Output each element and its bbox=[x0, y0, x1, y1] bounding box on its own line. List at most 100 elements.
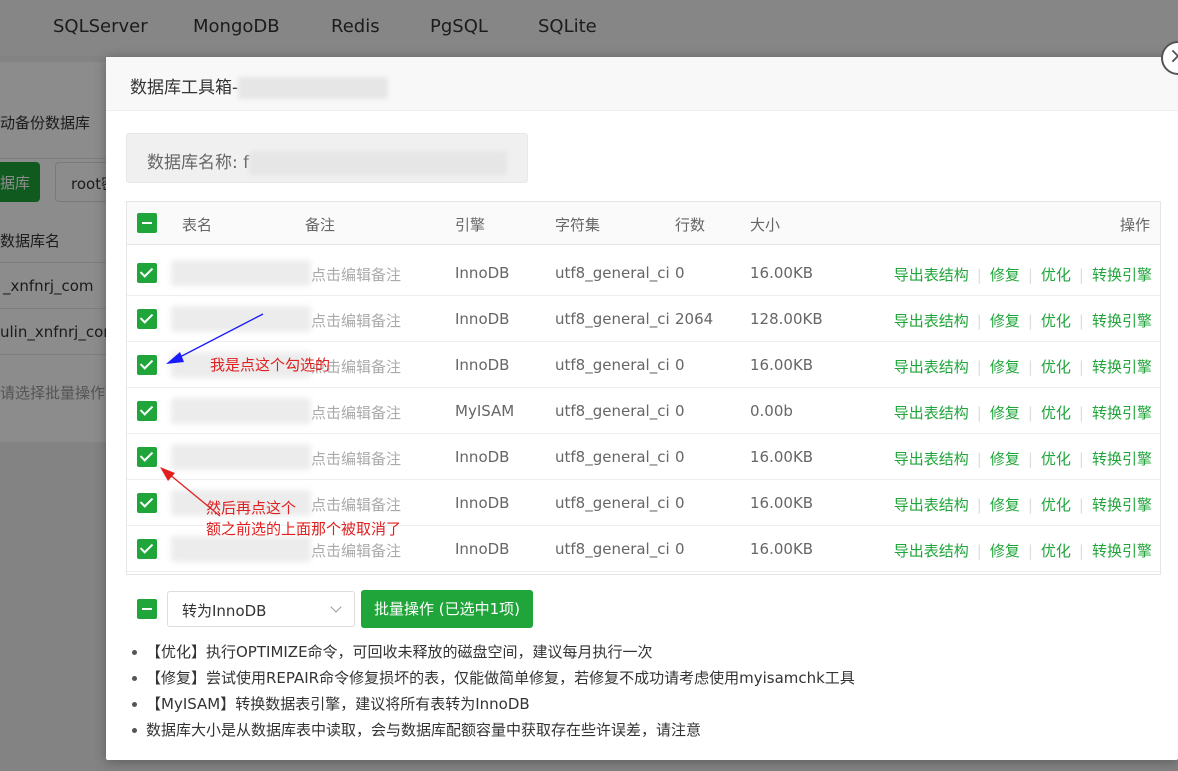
annotation-second-click-line2: 额之前选的上面那个被取消了 bbox=[206, 520, 402, 538]
optimize-link[interactable]: 优化 bbox=[1041, 450, 1071, 468]
row-actions: 导出表结构 | 修复 | 优化 | 转换引擎 bbox=[893, 496, 1152, 514]
convert-engine-link[interactable]: 转换引擎 bbox=[1092, 358, 1152, 376]
table-row: 点击编辑备注 InnoDB utf8_general_ci 2064 128.0… bbox=[127, 296, 1160, 342]
convert-engine-link[interactable]: 转换引擎 bbox=[1092, 312, 1152, 330]
row-actions: 导出表结构 | 修复 | 优化 | 转换引擎 bbox=[893, 404, 1152, 422]
annotation-second-click-line1: 然后再点这个 bbox=[206, 499, 297, 517]
annotation-first-click: 我是点这个勾选的 bbox=[210, 356, 331, 374]
convert-engine-link[interactable]: 转换引擎 bbox=[1092, 266, 1152, 284]
table-row: 点击编辑备注 InnoDB utf8_general_ci 0 16.00KB … bbox=[127, 250, 1160, 296]
chevron-down-icon bbox=[330, 601, 342, 613]
batch-operation-button[interactable]: 批量操作 (已选中1项) bbox=[361, 590, 533, 628]
optimize-link[interactable]: 优化 bbox=[1041, 266, 1071, 284]
size-cell: 128.00KB bbox=[750, 310, 823, 328]
charset-cell: utf8_general_ci bbox=[555, 540, 670, 558]
repair-link[interactable]: 修复 bbox=[990, 496, 1020, 514]
rows-cell: 0 bbox=[675, 264, 685, 282]
remark-edit[interactable]: 点击编辑备注 bbox=[311, 402, 401, 423]
export-structure-link[interactable]: 导出表结构 bbox=[894, 312, 969, 330]
rows-cell: 0 bbox=[675, 402, 685, 420]
size-cell: 16.00KB bbox=[750, 448, 814, 466]
engine-cell: InnoDB bbox=[455, 310, 510, 328]
export-structure-link[interactable]: 导出表结构 bbox=[894, 404, 969, 422]
remark-edit[interactable]: 点击编辑备注 bbox=[311, 264, 401, 285]
row-actions: 导出表结构 | 修复 | 优化 | 转换引擎 bbox=[893, 312, 1152, 330]
repair-link[interactable]: 修复 bbox=[990, 542, 1020, 560]
row-checkbox[interactable] bbox=[137, 493, 157, 513]
engine-cell: InnoDB bbox=[455, 448, 510, 466]
export-structure-link[interactable]: 导出表结构 bbox=[894, 266, 969, 284]
charset-cell: utf8_general_ci bbox=[555, 356, 670, 374]
db-name-label-text: 数据库名称: f bbox=[147, 153, 250, 173]
convert-engine-link[interactable]: 转换引擎 bbox=[1092, 542, 1152, 560]
row-checkbox[interactable] bbox=[137, 309, 157, 329]
redacted-db-host bbox=[238, 77, 389, 99]
row-checkbox[interactable] bbox=[137, 447, 157, 467]
engine-cell: InnoDB bbox=[455, 264, 510, 282]
col-ops: 操作 bbox=[1119, 216, 1150, 234]
charset-cell: utf8_general_ci bbox=[555, 310, 670, 328]
col-size: 大小 bbox=[750, 216, 781, 234]
optimize-link[interactable]: 优化 bbox=[1041, 312, 1071, 330]
remark-edit[interactable]: 点击编辑备注 bbox=[311, 494, 401, 515]
repair-link[interactable]: 修复 bbox=[990, 404, 1020, 422]
table-row: 点击编辑备注 MyISAM utf8_general_ci 0 0.00b 导出… bbox=[127, 388, 1160, 434]
table-row: 点击编辑备注 InnoDB utf8_general_ci 0 16.00KB … bbox=[127, 434, 1160, 480]
export-structure-link[interactable]: 导出表结构 bbox=[894, 358, 969, 376]
remark-edit[interactable]: 点击编辑备注 bbox=[311, 310, 401, 331]
export-structure-link[interactable]: 导出表结构 bbox=[894, 542, 969, 560]
size-cell: 16.00KB bbox=[750, 264, 814, 282]
tip-item: 【优化】执行OPTIMIZE命令，可回收未释放的磁盘空间，建议每月执行一次 bbox=[132, 639, 1132, 665]
redacted-table-name bbox=[171, 536, 311, 562]
repair-link[interactable]: 修复 bbox=[990, 358, 1020, 376]
row-actions: 导出表结构 | 修复 | 优化 | 转换引擎 bbox=[893, 542, 1152, 560]
row-checkbox[interactable] bbox=[137, 355, 157, 375]
engine-cell: InnoDB bbox=[455, 494, 510, 512]
rows-cell: 0 bbox=[675, 356, 685, 374]
optimize-link[interactable]: 优化 bbox=[1041, 358, 1071, 376]
tip-item: 【MyISAM】转换数据表引擎，建议将所有表转为InnoDB bbox=[132, 691, 1132, 717]
engine-convert-select[interactable]: 转为InnoDB bbox=[167, 591, 355, 627]
optimize-link[interactable]: 优化 bbox=[1041, 542, 1071, 560]
select-all-checkbox[interactable] bbox=[137, 213, 157, 233]
rows-cell: 0 bbox=[675, 494, 685, 512]
row-checkbox[interactable] bbox=[137, 539, 157, 559]
modal-title: 数据库工具箱- bbox=[130, 73, 389, 99]
footer-select-all-checkbox[interactable] bbox=[137, 599, 157, 619]
row-checkbox[interactable] bbox=[137, 401, 157, 421]
row-actions: 导出表结构 | 修复 | 优化 | 转换引擎 bbox=[893, 266, 1152, 284]
redacted-table-name bbox=[171, 398, 311, 424]
rows-cell: 0 bbox=[675, 540, 685, 558]
engine-convert-select-value: 转为InnoDB bbox=[182, 602, 267, 620]
convert-engine-link[interactable]: 转换引擎 bbox=[1092, 496, 1152, 514]
export-structure-link[interactable]: 导出表结构 bbox=[894, 496, 969, 514]
col-rows: 行数 bbox=[675, 216, 706, 234]
tips-list: 【优化】执行OPTIMIZE命令，可回收未释放的磁盘空间，建议每月执行一次 【修… bbox=[132, 639, 1132, 743]
rows-cell: 0 bbox=[675, 448, 685, 466]
row-actions: 导出表结构 | 修复 | 优化 | 转换引擎 bbox=[893, 450, 1152, 468]
row-checkbox[interactable] bbox=[137, 263, 157, 283]
size-cell: 0.00b bbox=[750, 402, 793, 420]
repair-link[interactable]: 修复 bbox=[990, 312, 1020, 330]
db-name-label: 数据库名称: f bbox=[147, 148, 508, 175]
col-engine: 引擎 bbox=[455, 216, 486, 234]
convert-engine-link[interactable]: 转换引擎 bbox=[1092, 404, 1152, 422]
size-cell: 16.00KB bbox=[750, 494, 814, 512]
modal-title-text: 数据库工具箱- bbox=[130, 78, 239, 98]
remark-edit[interactable]: 点击编辑备注 bbox=[311, 448, 401, 469]
optimize-link[interactable]: 优化 bbox=[1041, 404, 1071, 422]
charset-cell: utf8_general_ci bbox=[555, 494, 670, 512]
row-actions: 导出表结构 | 修复 | 优化 | 转换引擎 bbox=[893, 358, 1152, 376]
engine-cell: InnoDB bbox=[455, 356, 510, 374]
engine-cell: InnoDB bbox=[455, 540, 510, 558]
optimize-link[interactable]: 优化 bbox=[1041, 496, 1071, 514]
repair-link[interactable]: 修复 bbox=[990, 450, 1020, 468]
redacted-db-name bbox=[249, 151, 508, 175]
export-structure-link[interactable]: 导出表结构 bbox=[894, 450, 969, 468]
repair-link[interactable]: 修复 bbox=[990, 266, 1020, 284]
redacted-table-name bbox=[171, 444, 311, 470]
convert-engine-link[interactable]: 转换引擎 bbox=[1092, 450, 1152, 468]
modal-header: 数据库工具箱- bbox=[106, 57, 1178, 111]
db-toolbox-modal: 数据库工具箱- × 数据库名称: f 表名 备注 引擎 字符集 行数 大小 操作… bbox=[106, 41, 1178, 760]
remark-edit[interactable]: 点击编辑备注 bbox=[311, 540, 401, 561]
